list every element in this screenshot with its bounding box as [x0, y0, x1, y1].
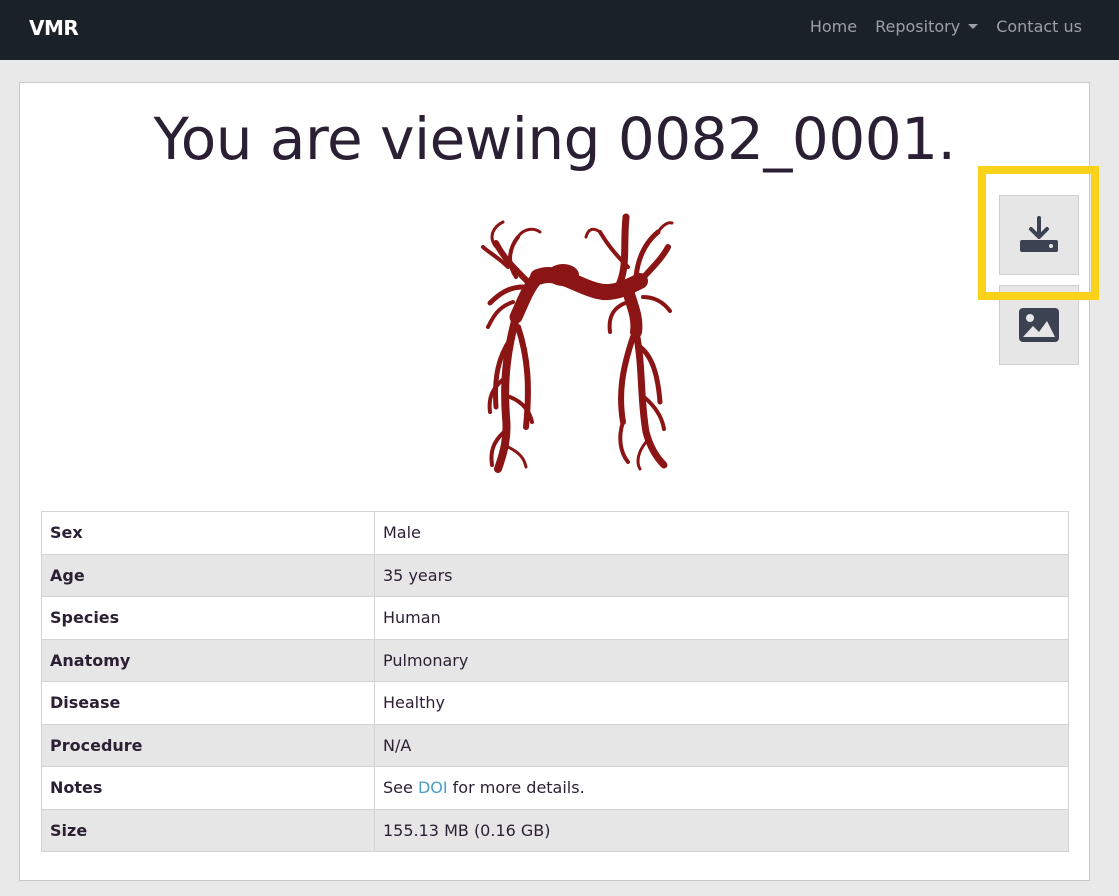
row-key: Anatomy	[41, 638, 375, 682]
row-key: Species	[41, 596, 375, 640]
highlight-box	[978, 166, 1099, 300]
model-card: You are viewing 0082_0001. Sex Male Age …	[19, 82, 1090, 881]
row-value: Healthy	[374, 681, 1069, 725]
row-key: Procedure	[41, 723, 375, 767]
row-key: Size	[41, 808, 375, 852]
table-row: Age 35 years	[41, 553, 1069, 597]
row-value: 155.13 MB (0.16 GB)	[374, 808, 1069, 852]
row-value: Pulmonary	[374, 638, 1069, 682]
row-value: N/A	[374, 723, 1069, 767]
pulmonary-model-viewer[interactable]	[468, 207, 674, 475]
row-key: Notes	[41, 766, 375, 810]
doi-link[interactable]: DOI	[418, 778, 448, 797]
nav-link-contact[interactable]: Contact us	[996, 17, 1082, 36]
nav-links: Home Repository Contact us	[810, 17, 1082, 36]
nav-link-repository-label: Repository	[875, 17, 961, 36]
nav-link-repository[interactable]: Repository	[875, 17, 979, 36]
metadata-table: Sex Male Age 35 years Species Human Anat…	[41, 511, 1069, 852]
caret-down-icon	[968, 24, 979, 29]
row-key: Age	[41, 553, 375, 597]
image-icon	[1019, 308, 1059, 342]
row-value: Human	[374, 596, 1069, 640]
table-row: Disease Healthy	[41, 681, 1069, 725]
row-key: Sex	[41, 511, 375, 555]
notes-suffix: for more details.	[447, 778, 585, 798]
table-row: Species Human	[41, 596, 1069, 640]
table-row: Size 155.13 MB (0.16 GB)	[41, 808, 1069, 852]
row-key: Disease	[41, 681, 375, 725]
row-value: See DOI for more details.	[374, 766, 1069, 810]
row-value: 35 years	[374, 553, 1069, 597]
table-row: Notes See DOI for more details.	[41, 766, 1069, 810]
brand-logo[interactable]: VMR	[29, 16, 79, 40]
navbar: VMR Home Repository Contact us	[0, 0, 1119, 60]
notes-prefix: See	[383, 778, 418, 798]
page-title: You are viewing 0082_0001.	[153, 105, 956, 173]
row-value: Male	[374, 511, 1069, 555]
table-row: Procedure N/A	[41, 723, 1069, 767]
table-row: Sex Male	[41, 511, 1069, 555]
table-row: Anatomy Pulmonary	[41, 638, 1069, 682]
nav-link-home[interactable]: Home	[810, 17, 857, 36]
